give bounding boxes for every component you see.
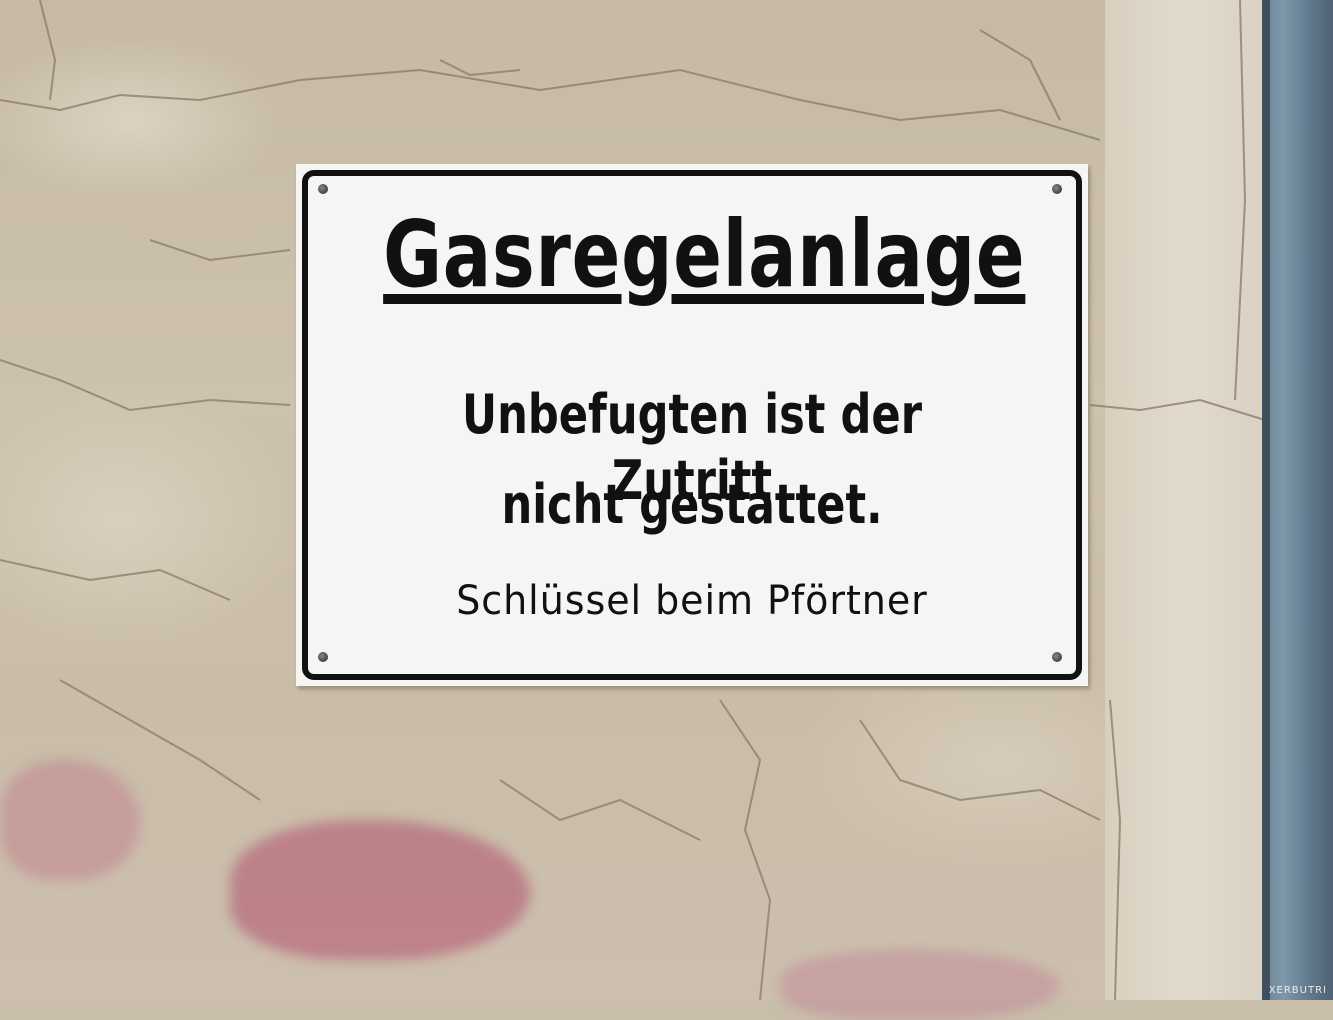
painted-metal-post	[1262, 0, 1333, 1000]
screw-icon	[1052, 184, 1062, 194]
screw-icon	[1052, 652, 1062, 662]
sign-title: Gasregelanlage	[383, 201, 1026, 308]
post-edge	[1262, 0, 1270, 1000]
screw-icon	[318, 652, 328, 662]
watermark: XERBUTRI	[1268, 985, 1327, 996]
sign-text-line-3: Schlüssel beim Pförtner	[456, 578, 928, 624]
sign-text-line-2: nicht gestattet.	[501, 473, 883, 536]
warning-sign: Gasregelanlage Unbefugten ist der Zutrit…	[296, 164, 1088, 686]
screw-icon	[318, 184, 328, 194]
